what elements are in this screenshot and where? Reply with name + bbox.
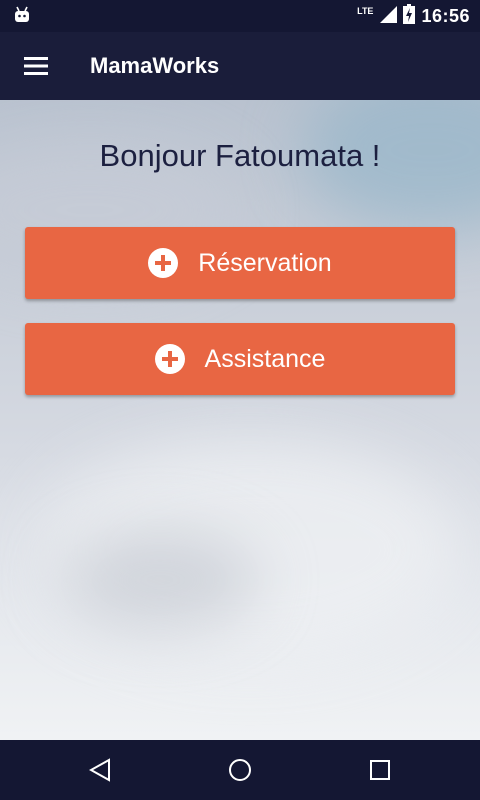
reservation-button[interactable]: Réservation (25, 227, 455, 299)
battery-charging-icon (403, 3, 416, 29)
status-bar: LTE 16:56 (0, 0, 480, 32)
signal-icon (379, 5, 398, 28)
navigation-bar (0, 740, 480, 800)
greeting-heading: Bonjour Fatoumata ! (99, 138, 381, 173)
network-type: LTE (357, 6, 374, 16)
recents-icon[interactable] (365, 755, 395, 785)
main-content (0, 100, 480, 740)
plus-circle-icon (154, 344, 185, 374)
android-icon (12, 6, 32, 29)
hamburger-menu-icon[interactable] (18, 48, 54, 84)
app-title: MamaWorks (90, 53, 220, 78)
app-bar: MamaWorks (0, 32, 480, 100)
plus-circle-icon (148, 248, 179, 278)
assistance-button-label: Assistance (204, 344, 326, 373)
back-icon[interactable] (85, 755, 115, 785)
clock: 16:56 (421, 5, 470, 26)
assistance-button[interactable]: Assistance (25, 323, 455, 395)
home-icon[interactable] (225, 755, 255, 785)
background-blur (60, 530, 260, 630)
reservation-button-label: Réservation (198, 248, 332, 277)
